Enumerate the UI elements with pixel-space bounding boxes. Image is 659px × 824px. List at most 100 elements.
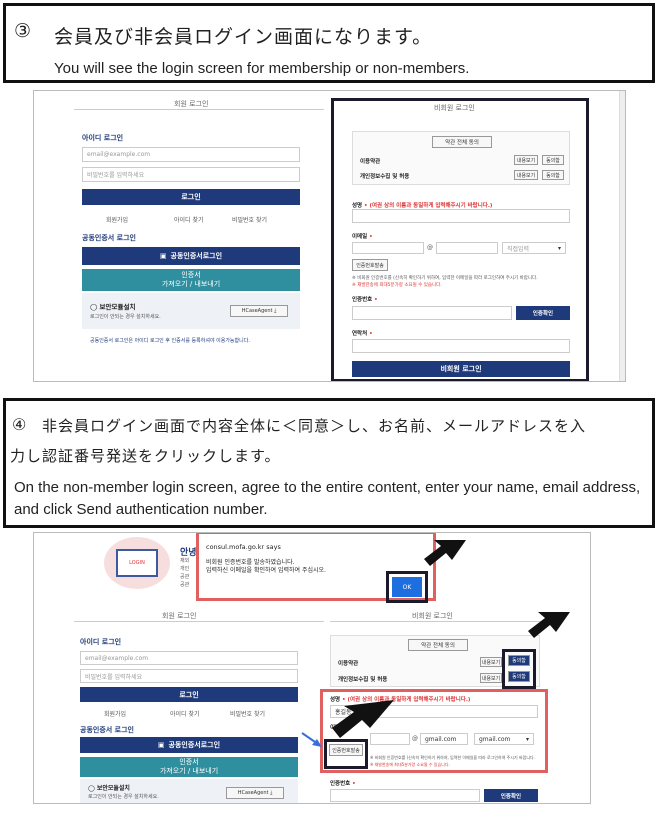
member-tab-2[interactable]: 회원 로그인: [162, 611, 196, 621]
cert-login-title: 공동인증서 로그인: [82, 234, 136, 242]
link-find-id[interactable]: 아이디 찾기: [174, 215, 204, 224]
email-label-2: 이메일 •: [330, 725, 351, 731]
terms-1-agree-button[interactable]: 동의함: [542, 155, 564, 165]
login-button[interactable]: 로그인: [82, 189, 300, 205]
auth-label-2: 인증번호 •: [330, 781, 356, 787]
terms-2-agree-button-2[interactable]: 동의함: [508, 671, 530, 682]
security-title: ◯ 보안모듈설치: [90, 303, 136, 311]
security-desc: 로그인이 안되는 경우 설치하세요.: [90, 314, 161, 320]
scrollbar[interactable]: [619, 91, 625, 381]
chevron-down-icon-2: ▾: [525, 735, 529, 743]
cert-import-export-button-2[interactable]: 인증서 가져오기 / 내보내기: [80, 757, 298, 777]
nonmember-tab[interactable]: 비회원 로그인: [434, 103, 475, 113]
screenshot-login-2: LOGIN 안녕 재외 개인 공관 공관 consul.mofa.go.kr s…: [33, 532, 591, 804]
hcaseagent-download-button-2[interactable]: HCaseAgent ⤓: [226, 787, 284, 799]
auth-confirm-button[interactable]: 인증확인: [516, 306, 570, 320]
contact-label: 연락처 •: [352, 331, 373, 337]
password-input[interactable]: 비밀번호를 입력하세요: [82, 167, 300, 182]
cert-icon-2: ▣: [157, 741, 165, 749]
terms-row-1-2: 이용약관: [338, 661, 359, 667]
terms-2-view-button-2[interactable]: 내용보기: [480, 673, 502, 683]
cert-import-export-button[interactable]: 인증서 가져오기 / 내보내기: [82, 269, 300, 291]
password-input-2[interactable]: 비밀번호를 입력하세요: [80, 669, 298, 683]
header-line-2: 개인: [180, 566, 190, 572]
terms-row-2: 개인정보수집 및 허용: [360, 174, 410, 180]
terms-2-agree-button[interactable]: 동의함: [542, 170, 564, 180]
email-domain-input[interactable]: [436, 242, 498, 254]
terms-1-view-button-2[interactable]: 내용보기: [480, 657, 502, 667]
name-label: 성명 • (여권 상의 이름과 동일하게 입력해주시기 바랍니다.): [352, 203, 493, 209]
step4-circle: ④: [12, 415, 27, 434]
chevron-down-icon: ▾: [557, 244, 561, 252]
nonmember-tab-2[interactable]: 비회원 로그인: [412, 611, 453, 621]
send-auth-button[interactable]: 인증번호발송: [352, 259, 388, 271]
email-domain-input-2[interactable]: gmail.com: [420, 733, 468, 745]
send-warning-2: ※ 재발한송에 최대5분가량 소요될 수 있습니다.: [370, 762, 450, 767]
download-icon-2: ⤓: [268, 790, 273, 796]
id-login-title: 아이디 로그인: [82, 134, 124, 142]
link-signup-2[interactable]: 회원가입: [104, 709, 126, 718]
cert-login-title-2: 공동인증서 로그인: [80, 726, 134, 734]
dialog-ok-button[interactable]: OK: [392, 577, 422, 597]
id-login-title-2: 아이디 로그인: [80, 638, 122, 646]
monitor-icon: LOGIN: [116, 549, 158, 577]
name-input[interactable]: [352, 209, 570, 223]
name-label-2: 성명 • (여권 상의 이름과 동일하게 입력해주시기 바랍니다.): [330, 697, 471, 703]
contact-input[interactable]: [352, 339, 570, 353]
email-label: 이메일 •: [352, 234, 373, 240]
cert-login-label: 공동인증서로그인: [170, 252, 223, 260]
name-input-2[interactable]: 홍길동: [330, 705, 538, 718]
terms-1-agree-button-2[interactable]: 동의함: [508, 655, 530, 666]
header-line-3: 공관: [180, 574, 190, 580]
auth-number-input[interactable]: [352, 306, 512, 320]
step3-circle: ③: [14, 20, 32, 42]
step4-en-text: On the non-member login screen, agree to…: [14, 479, 641, 518]
cert-icon: ▣: [159, 252, 167, 260]
link-find-password[interactable]: 비밀번호 찾기: [232, 215, 267, 224]
link-find-password-2[interactable]: 비밀번호 찾기: [230, 709, 265, 718]
member-tab-line-2: [74, 621, 324, 622]
cert-sub2: 가져오기 / 내보내기: [161, 280, 221, 288]
header-line-4: 공관: [180, 582, 190, 588]
member-tab[interactable]: 회원 로그인: [174, 99, 208, 109]
nonmember-login-button[interactable]: 비회원 로그인: [352, 361, 570, 377]
terms-2-view-button[interactable]: 내용보기: [514, 170, 538, 180]
nonmember-tab-line-2: [330, 621, 550, 622]
auth-number-input-2[interactable]: [330, 789, 480, 802]
dialog-message-2: 입력하신 이메일을 확인하여 입력하여 주십시오.: [206, 567, 326, 574]
terms-row-1: 이용약관: [360, 159, 381, 165]
hcaseagent-download-button[interactable]: HCaseAgent ⤓: [230, 305, 288, 317]
login-button-2[interactable]: 로그인: [80, 687, 298, 702]
member-tab-line: [74, 109, 324, 110]
email-user-input[interactable]: [352, 242, 424, 254]
auth-confirm-button-2[interactable]: 인증확인: [484, 789, 538, 802]
security-title-2: ◯ 보안모듈설치: [88, 785, 130, 792]
cert-login-button[interactable]: ▣ 공동인증서로그인: [82, 247, 300, 265]
step3-jp-text: 会員及び非会員ログイン画面になります。: [54, 26, 433, 48]
step4-banner: ④ 非会員ログイン画面で内容全体に＜同意＞し、お名前、メールアドレスを入 力し認…: [3, 398, 655, 528]
step4-jp-line1: 非会員ログイン画面で内容全体に＜同意＞し、お名前、メールアドレスを入: [42, 417, 587, 435]
terms-row-2-2: 개인정보수집 및 허용: [338, 677, 388, 683]
email-input-2[interactable]: email@example.com: [80, 651, 298, 665]
agree-all-button-2[interactable]: 약관 전체 동의: [408, 639, 468, 651]
email-at-2: @: [412, 735, 418, 742]
download-icon: ⤓: [272, 308, 277, 314]
email-at: @: [427, 244, 433, 251]
link-find-id-2[interactable]: 아이디 찾기: [170, 709, 200, 718]
email-domain-select-2[interactable]: gmail.com ▾: [474, 733, 534, 745]
shield-icon: ◯: [90, 303, 100, 311]
email-input[interactable]: email@example.com: [82, 147, 300, 162]
send-note: ※ 비회원 인증번호를 (신속히 확인하기 위하여, 입력한 이메일을 따라 로…: [352, 276, 538, 281]
cert-login-button-2[interactable]: ▣ 공동인증서로그인: [80, 737, 298, 753]
screenshot-login-1: 회원 로그인 아이디 로그인 email@example.com 비밀번호를 입…: [33, 90, 626, 382]
send-auth-button-2[interactable]: 인증번호발송: [329, 744, 363, 756]
dialog-title: consul.mofa.go.kr says: [206, 543, 281, 551]
step3-en-text: You will see the login screen for member…: [54, 60, 470, 77]
shield-icon-2: ◯: [88, 785, 97, 792]
terms-1-view-button[interactable]: 내용보기: [514, 155, 538, 165]
email-user-input-2[interactable]: [370, 733, 410, 745]
agree-all-button[interactable]: 약관 전체 동의: [432, 136, 492, 148]
send-note-2: ※ 비회원 인증번호를 (신속히 확인하기 위하여, 입력한 이메일을 따라 로…: [370, 755, 535, 760]
link-signup[interactable]: 회원가입: [106, 215, 128, 224]
email-domain-select[interactable]: 직접입력 ▾: [502, 242, 566, 254]
